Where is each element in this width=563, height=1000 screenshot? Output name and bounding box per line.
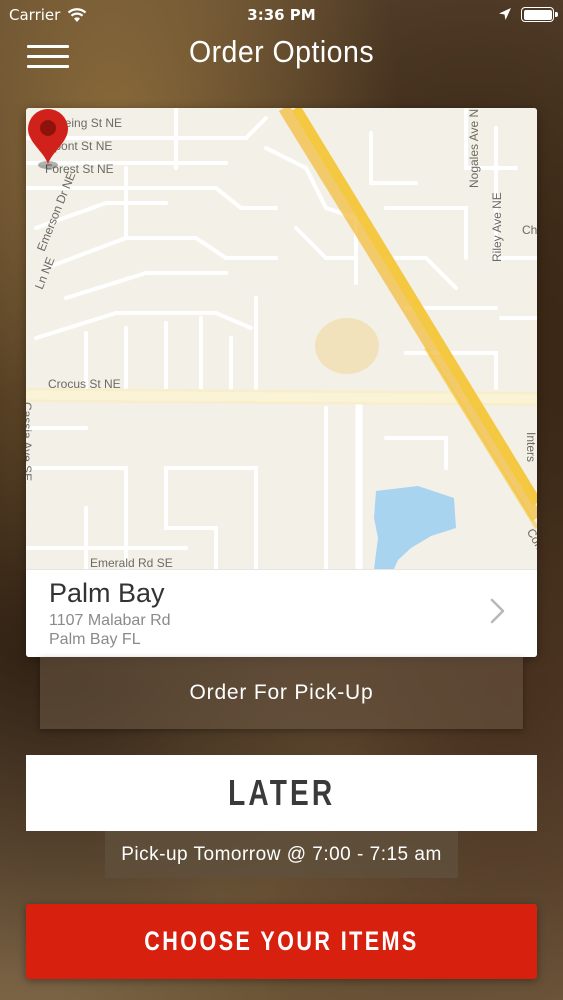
battery-icon — [521, 7, 558, 22]
page-title: Order Options — [188, 34, 375, 69]
street-label: Emerald Rd SE — [90, 556, 173, 570]
street-label: Riley Ave NE — [490, 192, 504, 262]
store-address-line1: 1107 Malabar Rd — [49, 612, 171, 629]
street-label: Cassia Ave SE — [26, 402, 34, 482]
store-map[interactable]: Boeing St NE Dupont St NE Forest St NE E… — [26, 108, 537, 570]
pickup-time-selector[interactable]: Pick-up Tomorrow @ 7:00 - 7:15 am — [105, 831, 458, 878]
choose-items-button[interactable]: CHOOSE YOUR ITEMS — [26, 904, 537, 979]
street-label: Inters — [524, 432, 537, 463]
choose-items-label: CHOOSE YOUR ITEMS — [144, 926, 419, 956]
order-type-button[interactable]: Order For Pick-Up — [40, 657, 523, 729]
clock: 3:36 PM — [247, 6, 316, 24]
store-selector[interactable]: Palm Bay 1107 Malabar Rd Palm Bay FL — [26, 569, 537, 657]
later-label: LATER — [227, 772, 336, 813]
location-arrow-icon — [499, 8, 511, 20]
store-name: Palm Bay — [49, 578, 165, 608]
street-label: Ch — [522, 223, 537, 237]
chevron-right-icon — [490, 598, 505, 624]
map-pin-icon — [28, 109, 68, 169]
status-bar: Carrier 3:36 PM — [0, 0, 563, 30]
later-button[interactable]: LATER — [26, 755, 537, 831]
street-label: Crocus St NE — [48, 377, 121, 391]
map-streets — [26, 108, 537, 569]
store-address-line2: Palm Bay FL — [49, 631, 141, 648]
store-card: Boeing St NE Dupont St NE Forest St NE E… — [26, 108, 537, 657]
street-label: Nogales Ave NE — [467, 108, 481, 188]
